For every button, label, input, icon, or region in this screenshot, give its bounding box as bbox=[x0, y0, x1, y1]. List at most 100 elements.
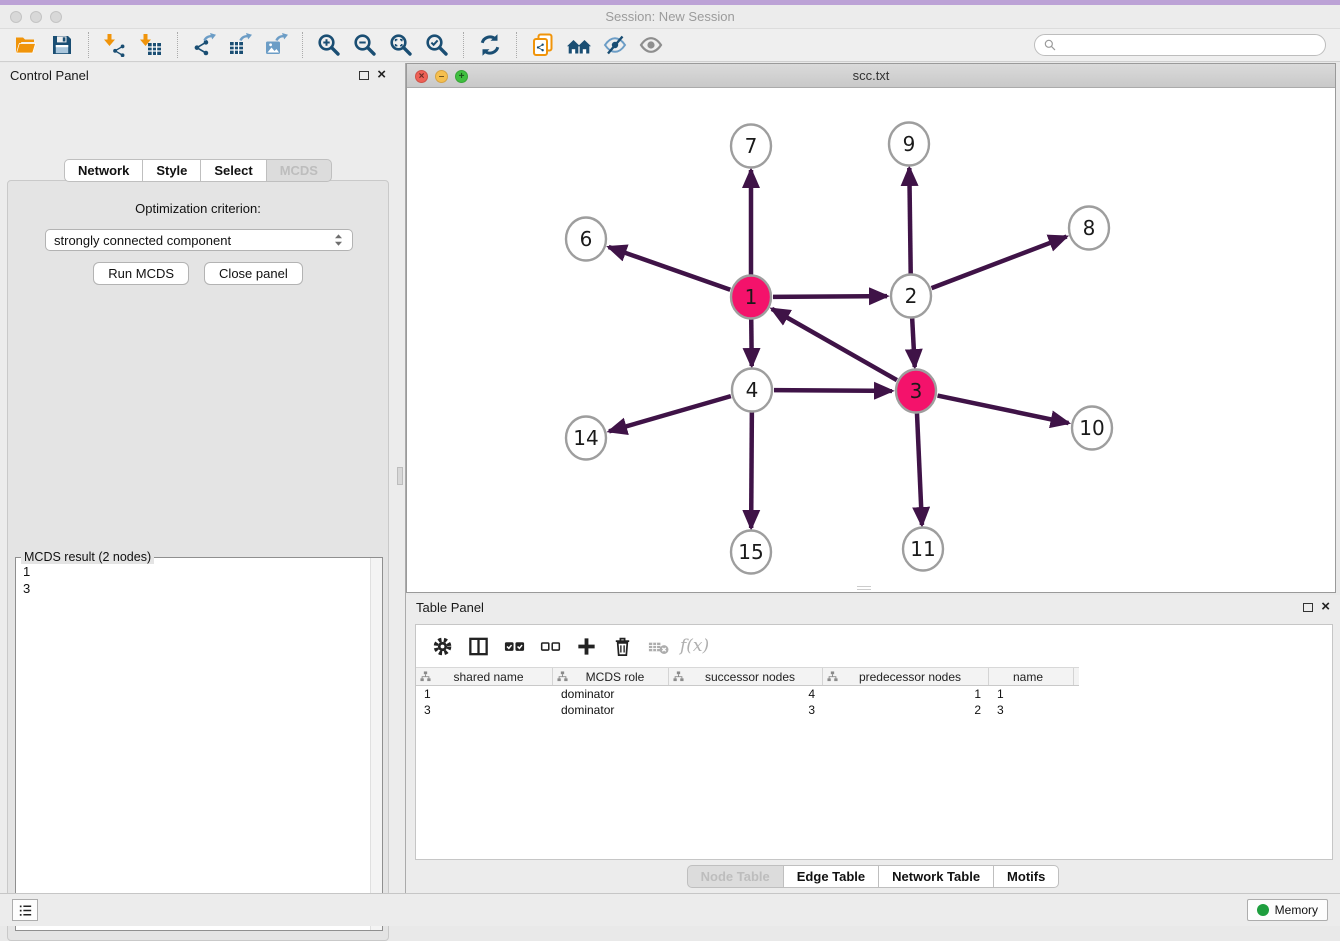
split-columns-button[interactable] bbox=[462, 631, 494, 661]
cell-shared-name[interactable]: 3 bbox=[416, 702, 553, 718]
edge-1-4[interactable] bbox=[751, 319, 752, 366]
unselect-all-button[interactable] bbox=[534, 631, 566, 661]
tab-network-table[interactable]: Network Table bbox=[879, 865, 994, 888]
toolbar-separator bbox=[516, 32, 517, 58]
close-window-button[interactable] bbox=[10, 11, 22, 23]
search-input[interactable] bbox=[1062, 38, 1317, 52]
cell-shared-name[interactable]: 1 bbox=[416, 686, 553, 702]
zoom-fit-button[interactable] bbox=[386, 31, 416, 59]
tab-edge-table[interactable]: Edge Table bbox=[784, 865, 879, 888]
import-network-button[interactable] bbox=[100, 31, 130, 59]
mcds-result-text[interactable]: 1 3 bbox=[17, 561, 369, 929]
float-table-panel-icon[interactable] bbox=[1303, 603, 1313, 612]
column-header-shared-name[interactable]: shared name bbox=[416, 668, 553, 685]
mcds-result-group: MCDS result (2 nodes) 1 3 bbox=[15, 557, 383, 931]
zoom-out-button[interactable] bbox=[350, 31, 380, 59]
column-header-MCDS-role[interactable]: MCDS role bbox=[553, 668, 669, 685]
task-history-button[interactable] bbox=[12, 899, 38, 921]
tab-style[interactable]: Style bbox=[143, 159, 201, 182]
tab-motifs[interactable]: Motifs bbox=[994, 865, 1059, 888]
import-table-button[interactable] bbox=[136, 31, 166, 59]
cell-MCDS-role[interactable]: dominator bbox=[553, 686, 669, 702]
attribute-tree-icon bbox=[420, 671, 431, 682]
save-session-icon bbox=[50, 33, 74, 57]
edge-2-9[interactable] bbox=[909, 168, 910, 274]
network-close-icon[interactable]: × bbox=[415, 70, 428, 83]
hide-graphics-button[interactable] bbox=[600, 31, 630, 59]
show-graphics-button[interactable] bbox=[636, 31, 666, 59]
export-image-button[interactable] bbox=[261, 31, 291, 59]
main-toolbar bbox=[0, 29, 1340, 62]
table-settings-button[interactable] bbox=[426, 631, 458, 661]
tab-select[interactable]: Select bbox=[201, 159, 266, 182]
column-header-name[interactable]: name bbox=[989, 668, 1074, 685]
table-row[interactable]: 3dominator323 bbox=[416, 702, 1079, 718]
canvas-resize-grip[interactable] bbox=[857, 586, 871, 590]
zoom-in-button[interactable] bbox=[314, 31, 344, 59]
network-window-titlebar[interactable]: × – + scc.txt bbox=[407, 64, 1335, 88]
splitter-handle-icon[interactable] bbox=[397, 467, 403, 485]
network-maximize-icon[interactable]: + bbox=[455, 70, 468, 83]
column-header-predecessor-nodes[interactable]: predecessor nodes bbox=[823, 668, 989, 685]
zoom-out-icon bbox=[353, 33, 377, 57]
cybrowser-home-button[interactable] bbox=[564, 31, 594, 59]
status-bar: Memory bbox=[0, 893, 1340, 926]
node-label-10: 10 bbox=[1079, 416, 1104, 440]
edge-4-14[interactable] bbox=[609, 396, 731, 431]
cell-name[interactable]: 1 bbox=[989, 686, 1074, 702]
import-network-icon bbox=[103, 33, 127, 57]
column-header-successor-nodes[interactable]: successor nodes bbox=[669, 668, 823, 685]
table-panel-title: Table Panel bbox=[416, 600, 484, 615]
criterion-value: strongly connected component bbox=[54, 233, 231, 248]
network-window-title: scc.txt bbox=[407, 64, 1335, 88]
save-session-button[interactable] bbox=[47, 31, 77, 59]
edge-4-15[interactable] bbox=[751, 412, 752, 528]
refresh-button[interactable] bbox=[475, 31, 505, 59]
duplicate-network-button[interactable] bbox=[528, 31, 558, 59]
edge-label-mark bbox=[827, 295, 835, 297]
network-canvas[interactable]: 7968124314101511 bbox=[407, 88, 1335, 591]
run-mcds-button[interactable]: Run MCDS bbox=[93, 262, 189, 285]
tab-mcds[interactable]: MCDS bbox=[267, 159, 332, 182]
edge-2-3[interactable] bbox=[912, 318, 915, 367]
tab-node-table[interactable]: Node Table bbox=[687, 865, 784, 888]
search-icon bbox=[1043, 38, 1057, 52]
open-file-button[interactable] bbox=[11, 31, 41, 59]
cell-MCDS-role[interactable]: dominator bbox=[553, 702, 669, 718]
close-panel-button[interactable]: Close panel bbox=[204, 262, 303, 285]
cell-name[interactable]: 3 bbox=[989, 702, 1074, 718]
memory-button[interactable]: Memory bbox=[1247, 899, 1328, 921]
edge-3-1[interactable] bbox=[772, 309, 897, 380]
maximize-window-button[interactable] bbox=[50, 11, 62, 23]
function-builder-button[interactable]: f(x) bbox=[680, 636, 709, 656]
panel-splitter[interactable] bbox=[396, 63, 406, 893]
zoom-selected-button[interactable] bbox=[422, 31, 452, 59]
delete-row-button[interactable] bbox=[606, 631, 638, 661]
cell-predecessor-nodes[interactable]: 2 bbox=[823, 702, 989, 718]
edge-1-6[interactable] bbox=[609, 247, 731, 290]
attribute-tree-icon bbox=[827, 671, 838, 682]
network-minimize-icon[interactable]: – bbox=[435, 70, 448, 83]
minimize-window-button[interactable] bbox=[30, 11, 42, 23]
edge-2-8[interactable] bbox=[932, 237, 1067, 289]
cell-predecessor-nodes[interactable]: 1 bbox=[823, 686, 989, 702]
search-field[interactable] bbox=[1034, 34, 1326, 56]
export-table-button[interactable] bbox=[225, 31, 255, 59]
tab-network[interactable]: Network bbox=[64, 159, 143, 182]
edge-3-10[interactable] bbox=[938, 396, 1069, 424]
criterion-select[interactable]: strongly connected component bbox=[45, 229, 353, 251]
cell-successor-nodes[interactable]: 3 bbox=[669, 702, 823, 718]
edge-3-11[interactable] bbox=[917, 413, 922, 525]
add-row-button[interactable] bbox=[570, 631, 602, 661]
cell-successor-nodes[interactable]: 4 bbox=[669, 686, 823, 702]
close-panel-icon[interactable]: × bbox=[377, 70, 386, 80]
delete-table-button[interactable] bbox=[642, 631, 674, 661]
select-all-button[interactable] bbox=[498, 631, 530, 661]
delete-table-icon bbox=[647, 635, 670, 658]
float-panel-icon[interactable] bbox=[359, 71, 369, 80]
mcds-result-scrollbar[interactable] bbox=[370, 558, 382, 930]
table-row[interactable]: 1dominator411 bbox=[416, 686, 1079, 702]
export-network-button[interactable] bbox=[189, 31, 219, 59]
close-table-panel-icon[interactable]: × bbox=[1321, 602, 1330, 612]
node-label-2: 2 bbox=[905, 284, 918, 308]
